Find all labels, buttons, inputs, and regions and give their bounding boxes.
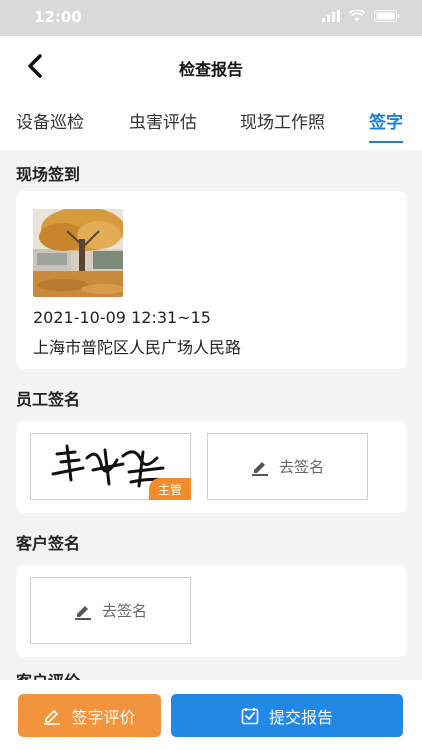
checkin-address: 上海市普陀区人民广场人民路 [33, 338, 242, 357]
employee-signature-box[interactable]: 主管 [30, 433, 191, 500]
sign-review-label: 签字评价 [71, 707, 136, 727]
status-bar: 12:00 [0, 0, 422, 36]
tab-signature[interactable]: 签字 [369, 108, 403, 143]
customer-sign-card: 去签名 [16, 565, 407, 657]
customer-sign-section-title: 客户签名 [16, 534, 81, 553]
pencil-icon [251, 461, 268, 476]
edit-icon [44, 709, 61, 725]
checkin-datetime: 2021-10-09 12:31~15 [33, 308, 211, 327]
wifi-icon [349, 10, 365, 22]
tab-equipment-inspection[interactable]: 设备巡检 [16, 108, 84, 133]
tab-active-indicator [369, 141, 403, 143]
status-time: 12:00 [34, 8, 82, 26]
employee-go-sign-button[interactable]: 去签名 [207, 433, 368, 500]
page-title: 检查报告 [178, 60, 243, 79]
submit-report-button[interactable]: 提交报告 [171, 694, 403, 737]
tab-signature-label: 签字 [369, 113, 403, 133]
employee-sign-section-title: 员工签名 [16, 390, 81, 409]
checkin-section-title: 现场签到 [16, 165, 81, 184]
tab-bar: 设备巡检 虫害评估 现场工作照 签字 [0, 96, 422, 150]
manager-badge: 主管 [149, 478, 191, 500]
customer-go-sign-button[interactable]: 去签名 [30, 577, 191, 644]
checkin-card: 2021-10-09 12:31~15 上海市普陀区人民广场人民路 [16, 191, 407, 369]
pencil-icon [74, 605, 91, 620]
submit-report-label: 提交报告 [268, 707, 333, 727]
sign-review-button[interactable]: 签字评价 [18, 694, 161, 737]
tree-photo-image [33, 209, 123, 297]
tab-pest-assessment[interactable]: 虫害评估 [129, 108, 197, 133]
signal-icon [322, 10, 340, 22]
employee-sign-card: 主管 去签名 [16, 421, 407, 513]
checkbox-check-icon [241, 707, 259, 724]
employee-go-sign-label: 去签名 [278, 458, 324, 476]
checkin-photo[interactable] [33, 209, 123, 297]
status-icons [322, 10, 400, 22]
tab-site-photos[interactable]: 现场工作照 [240, 108, 325, 133]
nav-bar: 检查报告 [0, 36, 422, 96]
battery-icon [374, 10, 400, 22]
customer-go-sign-label: 去签名 [101, 602, 147, 620]
bottom-action-bar: 签字评价 提交报告 [0, 680, 422, 750]
